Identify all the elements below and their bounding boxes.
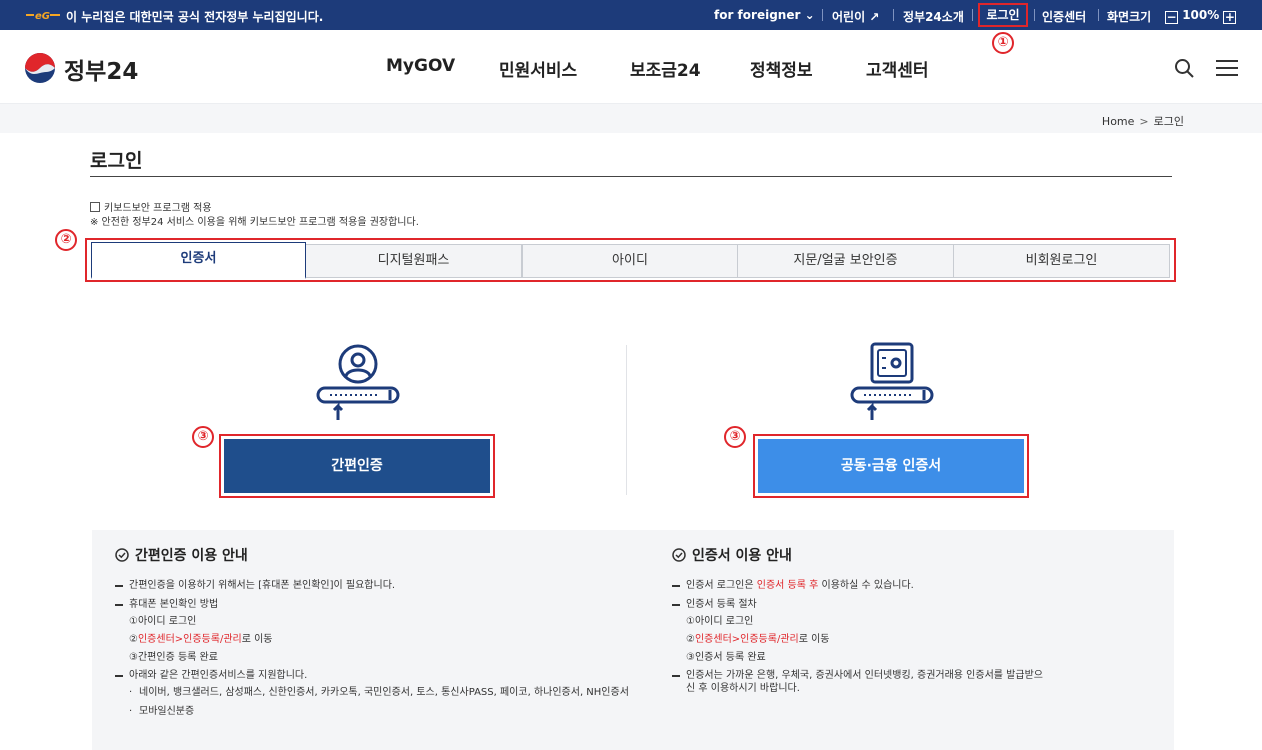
gov24-logo-icon[interactable] [24,52,56,84]
guide-step: ③간편인증 등록 완료 [129,652,218,663]
breadcrumb-separator: > [1139,115,1149,128]
tab-digital-onepass[interactable]: 디지털원패스 [306,244,522,278]
tab-certificate[interactable]: 인증서 [91,242,306,279]
cert-center-guide-link[interactable]: 인증센터>인증등록/관리 [695,634,799,645]
zoom-control: − 100% + [1165,8,1237,24]
guide-bullet: 모바일신분증 [115,705,615,718]
guide-line: 아래와 같은 간편인증서비스를 지원합니다. [115,669,615,682]
cert-center-guide-link[interactable]: 인증센터>인증등록/관리 [138,634,242,645]
cert-center-link[interactable]: 인증센터 [1042,8,1086,25]
breadcrumb: Home > 로그인 [1102,113,1184,129]
nav-mygov[interactable]: MyGOV [386,56,455,76]
nav-subsidy24[interactable]: 보조금24 [630,56,701,81]
keyboard-security-note: ※ 안전한 정부24 서비스 이용을 위해 키보드보안 프로그램 적용을 권장합… [90,217,419,228]
checkbox-box[interactable] [90,201,100,212]
chevron-down-icon: ⌄ [804,8,815,22]
zoom-in-button[interactable]: + [1223,11,1237,24]
annotation-3-right: ③ [724,426,746,448]
annotation-2: ② [55,229,77,251]
tab-biometric[interactable]: 지문/얼굴 보안인증 [738,244,954,278]
guide-step: ②인증센터>인증등록/관리로 이동 [686,634,830,645]
cert-register-guide-link: 인증서 등록 후 [756,580,819,591]
keyboard-security-label: 키보드보안 프로그램 적용 [104,203,212,214]
auth-divider [626,345,627,495]
nav-civil-service[interactable]: 민원서비스 [499,56,577,81]
breadcrumb-bar: Home > 로그인 [0,103,1262,133]
gov-notice: 이 누리집은 대한민국 공식 전자정부 누리집입니다. [66,10,324,24]
nav-policy-info[interactable]: 정책정보 [750,56,813,81]
simple-auth-guide-title: 간편인증 이용 안내 [115,545,615,565]
login-link[interactable]: 로그인 [978,3,1028,27]
guide-step: ①아이디 로그인 [129,616,197,627]
egov-mark-icon: eG [26,11,60,21]
page-title: 로그인 [90,150,143,172]
zoom-value: 100% [1182,8,1220,22]
keyboard-security-checkbox[interactable]: 키보드보안 프로그램 적용 [90,199,212,214]
cert-guide: 인증서 이용 안내 인증서 로그인은 인증서 등록 후 이용하실 수 있습니다.… [672,545,1112,701]
logo-text[interactable]: 정부24 [64,52,138,86]
guide-step: ①아이디 로그인 [686,616,754,627]
foreigner-link[interactable]: for foreigner ⌄ [714,8,815,22]
breadcrumb-current: 로그인 [1153,115,1184,128]
external-link-icon: ↗ [869,10,880,24]
guide-line: 인증서 로그인은 인증서 등록 후 이용하실 수 있습니다. [672,579,1112,592]
title-divider [90,176,1172,177]
top-utility-bar: eG 이 누리집은 대한민국 공식 전자정부 누리집입니다. for forei… [0,0,1262,30]
annotation-1: ① [992,32,1014,54]
guide-line: 인증서는 가까운 은행, 우체국, 증권사에서 인터넷뱅킹, 증권거래용 인증서… [672,669,1052,695]
guide-line: 인증서 등록 절차 [672,598,1112,611]
breadcrumb-home[interactable]: Home [1102,115,1134,128]
cert-guide-title: 인증서 이용 안내 [672,545,1112,565]
annotation-3-left: ③ [192,426,214,448]
tab-id[interactable]: 아이디 [522,244,738,278]
hamburger-menu-icon[interactable] [1216,58,1238,78]
screen-size-label: 화면크기 [1107,10,1152,24]
check-circle-icon [115,548,129,562]
simple-auth-guide: 간편인증 이용 안내 간편인증을 이용하기 위해서는 [휴대폰 본인확인]이 필… [115,545,629,724]
kids-link[interactable]: 어린이 ↗ [832,8,879,25]
tab-non-member[interactable]: 비회원로그인 [954,244,1170,278]
nav-customer-center[interactable]: 고객센터 [866,56,929,81]
guide-line: 휴대폰 본인확인 방법 [115,598,615,611]
guide-line: 간편인증을 이용하기 위해서는 [휴대폰 본인확인]이 필요합니다. [115,579,615,592]
simple-auth-icon [316,344,400,420]
search-icon[interactable] [1174,58,1194,78]
guide-step: ②인증센터>인증등록/관리로 이동 [129,634,273,645]
joint-financial-cert-button[interactable]: 공동·금융 인증서 [758,439,1024,493]
zoom-out-button[interactable]: − [1165,11,1178,24]
check-circle-icon [672,548,686,562]
simple-auth-button[interactable]: 간편인증 [224,439,490,493]
guide-bullet: 네이버, 뱅크샐러드, 삼성패스, 신한인증서, 카카오톡, 국민인증서, 토스… [115,686,655,699]
certificate-safe-icon [850,342,934,420]
intro-link[interactable]: 정부24소개 [903,8,964,25]
svg-text:eG: eG [35,11,50,21]
guide-step: ③인증서 등록 완료 [686,652,766,663]
